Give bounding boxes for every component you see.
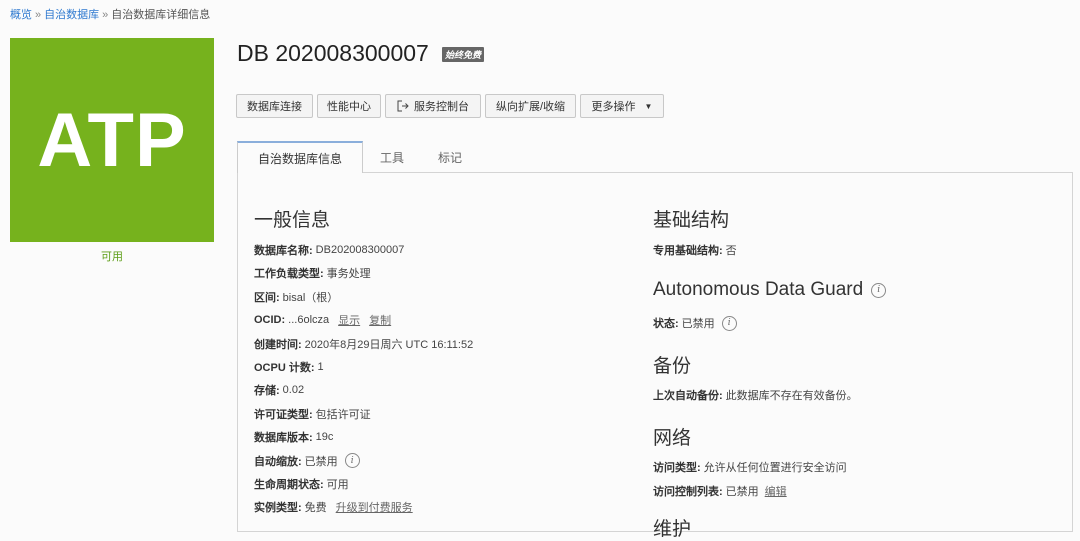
row-label: OCID:: [254, 314, 286, 327]
info-row: 存储: 0.02: [254, 382, 304, 398]
info-row: 状态: 已禁用 i: [653, 315, 737, 331]
row-label: 上次自动备份:: [653, 390, 723, 402]
row-value: DB202008300007: [315, 244, 405, 256]
info-row: OCPU 计数: 1: [254, 359, 324, 375]
external-link-icon: [397, 100, 409, 112]
row-value: 19c: [315, 431, 334, 444]
row-label: 数据库版本:: [254, 432, 313, 445]
always-free-badge: 始终免费: [442, 47, 485, 62]
row-value: ...6olcza: [288, 314, 330, 327]
info-row: 创建时间: 2020年8月29日周六 UTC 16:11:52: [254, 336, 473, 352]
row-label: 访问类型:: [653, 462, 701, 474]
row-value: 包括许可证: [315, 408, 371, 421]
info-row: 上次自动备份: 此数据库不存在有效备份。: [653, 387, 858, 403]
row-label: 区间:: [254, 291, 280, 304]
tab-tags[interactable]: 标记: [426, 141, 474, 173]
maintenance-heading: 维护: [653, 519, 692, 540]
row-value: 0.02: [282, 384, 305, 397]
info-icon[interactable]: i: [721, 315, 737, 331]
row-label: 许可证类型:: [254, 408, 313, 421]
db-connection-button[interactable]: 数据库连接: [236, 94, 313, 118]
button-label: 性能中心: [327, 101, 371, 113]
info-icon[interactable]: i: [344, 453, 360, 469]
button-label: 更多操作: [591, 101, 636, 113]
breadcrumb: 概览» 自治数据库» 自治数据库详细信息: [10, 9, 211, 21]
more-actions-button[interactable]: 更多操作 ▼: [580, 94, 664, 118]
breadcrumb-overview[interactable]: 概览: [10, 9, 32, 21]
info-row: 访问控制列表: 已禁用 编辑: [653, 483, 787, 499]
button-label: 数据库连接: [247, 101, 302, 113]
row-label: 专用基础结构:: [653, 245, 723, 257]
page-title: DB 202008300007: [237, 40, 429, 66]
general-info-heading: 一般信息: [254, 210, 331, 231]
row-label: 数据库名称:: [254, 245, 313, 257]
info-row: 数据库版本: 19c: [254, 429, 333, 445]
row-value: 免费: [304, 502, 327, 515]
row-value: 事务处理: [326, 268, 371, 281]
row-label: 生命周期状态:: [254, 479, 324, 491]
info-row: 自动缩放: 已禁用 i: [254, 453, 360, 469]
edit-acl-link[interactable]: 编辑: [765, 483, 787, 499]
row-label: 访问控制列表:: [653, 486, 723, 498]
row-label: 工作负载类型:: [254, 268, 324, 281]
info-row: 区间: bisal（根）: [254, 289, 338, 305]
row-label: 状态:: [653, 318, 679, 330]
tab-label: 工具: [379, 150, 404, 165]
row-value: 此数据库不存在有效备份。: [725, 390, 858, 402]
row-link[interactable]: 复制: [369, 312, 391, 328]
tab-label: 自治数据库信息: [257, 151, 342, 166]
network-heading: 网络: [653, 428, 692, 449]
info-row: OCID: ...6olcza 显示 复制: [254, 312, 391, 328]
caret-down-icon: ▼: [644, 101, 653, 111]
info-row: 工作负载类型: 事务处理: [254, 265, 371, 281]
row-value: 已禁用: [681, 318, 715, 330]
atp-logo: ATP: [10, 38, 214, 242]
row-value: 允许从任何位置进行安全访问: [703, 462, 847, 474]
backup-heading: 备份: [653, 356, 692, 377]
performance-hub-button[interactable]: 性能中心: [317, 94, 381, 118]
heading-text: Autonomous Data Guard: [653, 279, 864, 300]
info-icon[interactable]: i: [871, 282, 887, 298]
button-label: 服务控制台: [414, 101, 469, 113]
info-row: 许可证类型: 包括许可证: [254, 406, 371, 422]
tab-tools[interactable]: 工具: [368, 141, 416, 173]
breadcrumb-current: 自治数据库详细信息: [111, 9, 211, 21]
info-row: 生命周期状态: 可用: [254, 476, 349, 492]
row-label: 自动缩放:: [254, 455, 302, 468]
row-link[interactable]: 显示: [338, 312, 360, 328]
service-console-button[interactable]: 服务控制台: [385, 94, 481, 118]
row-label: 实例类型:: [254, 502, 302, 515]
row-value: 已禁用: [725, 486, 759, 498]
info-row: 实例类型: 免费 升级到付费服务: [254, 499, 413, 515]
tab-autonomous-db-info[interactable]: 自治数据库信息: [237, 141, 363, 173]
row-value: 2020年8月29日周六 UTC 16:11:52: [304, 338, 474, 351]
scale-button[interactable]: 纵向扩展/收缩: [485, 94, 576, 118]
row-value: 否: [725, 245, 737, 257]
button-label: 纵向扩展/收缩: [495, 101, 566, 113]
info-row: 专用基础结构: 否: [653, 242, 737, 258]
adg-heading: Autonomous Data Guard i: [653, 279, 887, 301]
breadcrumb-autonomous-db[interactable]: 自治数据库: [44, 9, 99, 21]
row-value: 1: [317, 361, 324, 373]
row-label: 创建时间:: [254, 338, 302, 351]
row-label: 存储:: [254, 385, 280, 398]
row-value: 可用: [326, 479, 349, 491]
lifecycle-status: 可用: [101, 251, 123, 263]
tab-label: 标记: [437, 150, 462, 165]
row-link[interactable]: 升级到付费服务: [336, 499, 413, 515]
row-label: OCPU 计数:: [254, 362, 315, 374]
info-row: 数据库名称: DB202008300007: [254, 242, 404, 258]
row-value: 已禁用: [304, 455, 338, 468]
infra-heading: 基础结构: [653, 210, 730, 231]
row-value: bisal（根）: [282, 291, 339, 304]
info-row: 访问类型: 允许从任何位置进行安全访问: [653, 459, 847, 475]
